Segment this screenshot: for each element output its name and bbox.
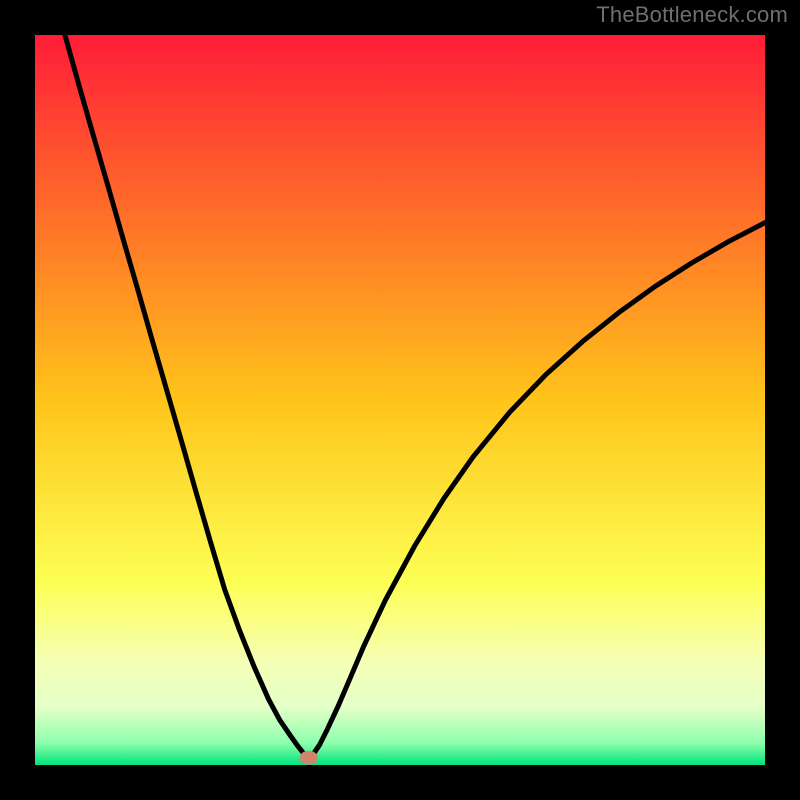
optimum-marker (300, 751, 318, 765)
gradient-background (35, 35, 765, 765)
watermark-text: TheBottleneck.com (596, 2, 788, 28)
chart-frame: TheBottleneck.com (0, 0, 800, 800)
plot-area (35, 35, 765, 765)
chart-svg (35, 35, 765, 765)
